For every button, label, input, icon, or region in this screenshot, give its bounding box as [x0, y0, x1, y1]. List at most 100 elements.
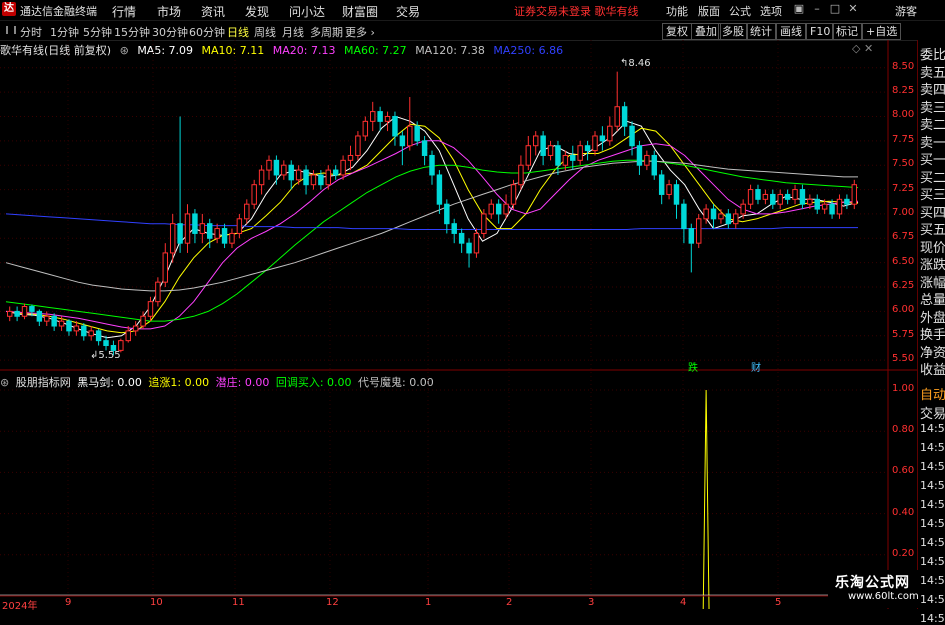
quote-label: 卖四: [920, 83, 945, 98]
indicator-tick: 0.20: [892, 547, 915, 559]
event-marker-finance[interactable]: 财: [751, 359, 761, 374]
candle-body: [318, 174, 324, 186]
period-tab-60min[interactable]: 60分钟: [189, 24, 225, 40]
candle-body: [310, 174, 317, 186]
user-guest[interactable]: 游客: [895, 3, 917, 19]
menu-item-news[interactable]: 资讯: [201, 3, 225, 20]
event-marker-fall[interactable]: 跌: [688, 359, 698, 374]
candle-body: [199, 223, 206, 234]
candle-body: [132, 325, 139, 332]
candle-body: [73, 325, 80, 332]
price-tick: 8.00: [892, 109, 915, 121]
candle-body: [784, 193, 791, 200]
tick-time: 14:56: [920, 574, 945, 587]
candle-body: [621, 106, 628, 127]
skin-icon[interactable]: ▣: [790, 1, 808, 17]
menu-item-layout[interactable]: 版面: [698, 3, 720, 19]
close-icon[interactable]: ✕: [844, 1, 862, 17]
candle-body: [288, 164, 294, 181]
minimize-icon[interactable]: –: [808, 1, 826, 17]
candle-body: [829, 203, 835, 215]
candle-body: [355, 135, 361, 156]
candle-body: [147, 301, 154, 317]
tick-time: 14:56: [920, 460, 945, 473]
menu-item-market[interactable]: 市场: [157, 3, 181, 20]
candle-body: [747, 189, 754, 205]
menu-item-options[interactable]: 选项: [760, 3, 782, 19]
add-watchlist-button[interactable]: +自选: [862, 23, 902, 40]
quote-label: 卖二: [920, 118, 945, 133]
period-tab-30min[interactable]: 30分钟: [152, 24, 188, 40]
menu-item-functions[interactable]: 功能: [666, 3, 688, 19]
mark-button[interactable]: 标记: [832, 23, 862, 40]
candle-body: [169, 223, 176, 254]
period-tab-daily[interactable]: 日线: [227, 24, 249, 40]
candle-body: [481, 213, 487, 234]
price-tick: 7.00: [892, 206, 915, 218]
period-tab-multi[interactable]: 多周期: [310, 24, 343, 40]
indicator-tick: 0.40: [892, 506, 915, 518]
quote-label: 买一: [920, 153, 945, 168]
period-tab-1min[interactable]: 1分钟: [50, 24, 79, 40]
candle-body: [510, 184, 517, 205]
quote-label: 净资: [920, 345, 945, 361]
period-tab-weekly[interactable]: 周线: [254, 24, 276, 40]
candle-body: [770, 193, 776, 205]
menu-item-formula[interactable]: 公式: [729, 3, 751, 19]
candle-body: [370, 111, 376, 122]
stats-button[interactable]: 统计: [746, 23, 776, 40]
candle-body: [429, 154, 435, 176]
candle-body: [651, 154, 657, 176]
candle-body: [295, 169, 302, 181]
maximize-icon[interactable]: □: [826, 1, 844, 17]
f10-button[interactable]: F10: [806, 23, 835, 40]
candle-body: [162, 252, 169, 283]
pause-icon[interactable]: [6, 26, 16, 34]
menu-item-wealth-circle[interactable]: 财富圈: [342, 3, 378, 20]
candle-body: [807, 198, 813, 205]
candle-body: [740, 203, 746, 215]
candle-body: [95, 330, 102, 342]
candle-body: [629, 125, 635, 147]
period-tab-timeshare[interactable]: 分时: [20, 24, 42, 40]
candle-body: [666, 184, 672, 195]
quote-label: 涨跌: [920, 258, 945, 273]
candle-body: [733, 213, 739, 225]
high-value: 8.46: [628, 58, 651, 69]
period-tab-monthly[interactable]: 月线: [282, 24, 304, 40]
menu-item-discover[interactable]: 发现: [245, 3, 269, 20]
candle-body: [673, 184, 680, 205]
candle-body: [792, 189, 798, 200]
trade-mode-label[interactable]: 自动: [920, 384, 945, 403]
menu-item-ask[interactable]: 问小达: [289, 3, 325, 20]
candle-body: [273, 159, 280, 176]
quote-label: 收益: [920, 363, 945, 378]
period-tab-more[interactable]: 更多 ›: [345, 24, 375, 40]
candle-body: [458, 232, 465, 244]
overlay-button[interactable]: 叠加: [691, 23, 721, 40]
candle-body: [184, 213, 191, 244]
period-tab-15min[interactable]: 15分钟: [114, 24, 150, 40]
candle-body: [21, 306, 28, 317]
low-value: 5.55: [98, 350, 121, 361]
candle-body: [392, 115, 398, 137]
adjust-button[interactable]: 复权: [662, 23, 692, 40]
price-tick: 8.25: [892, 85, 915, 97]
candle-body: [584, 145, 591, 152]
candle-body: [281, 164, 287, 176]
price-tick: 7.75: [892, 133, 915, 145]
draw-line-button[interactable]: 画线: [776, 23, 806, 40]
price-tick: 8.50: [892, 60, 915, 72]
period-tab-5min[interactable]: 5分钟: [83, 24, 112, 40]
candle-body: [421, 140, 428, 156]
menu-item-market-quotes[interactable]: 行情: [112, 3, 136, 20]
kline-chart[interactable]: [0, 40, 917, 609]
trade-mode-label[interactable]: 交易: [920, 403, 945, 422]
multi-stock-button[interactable]: 多股: [718, 23, 748, 40]
candle-body: [799, 189, 806, 205]
menu-item-trade[interactable]: 交易: [396, 3, 420, 20]
candle-body: [444, 203, 450, 225]
quote-label: 总量: [920, 293, 945, 308]
price-tick: 6.75: [892, 231, 915, 243]
candle-body: [599, 135, 606, 142]
